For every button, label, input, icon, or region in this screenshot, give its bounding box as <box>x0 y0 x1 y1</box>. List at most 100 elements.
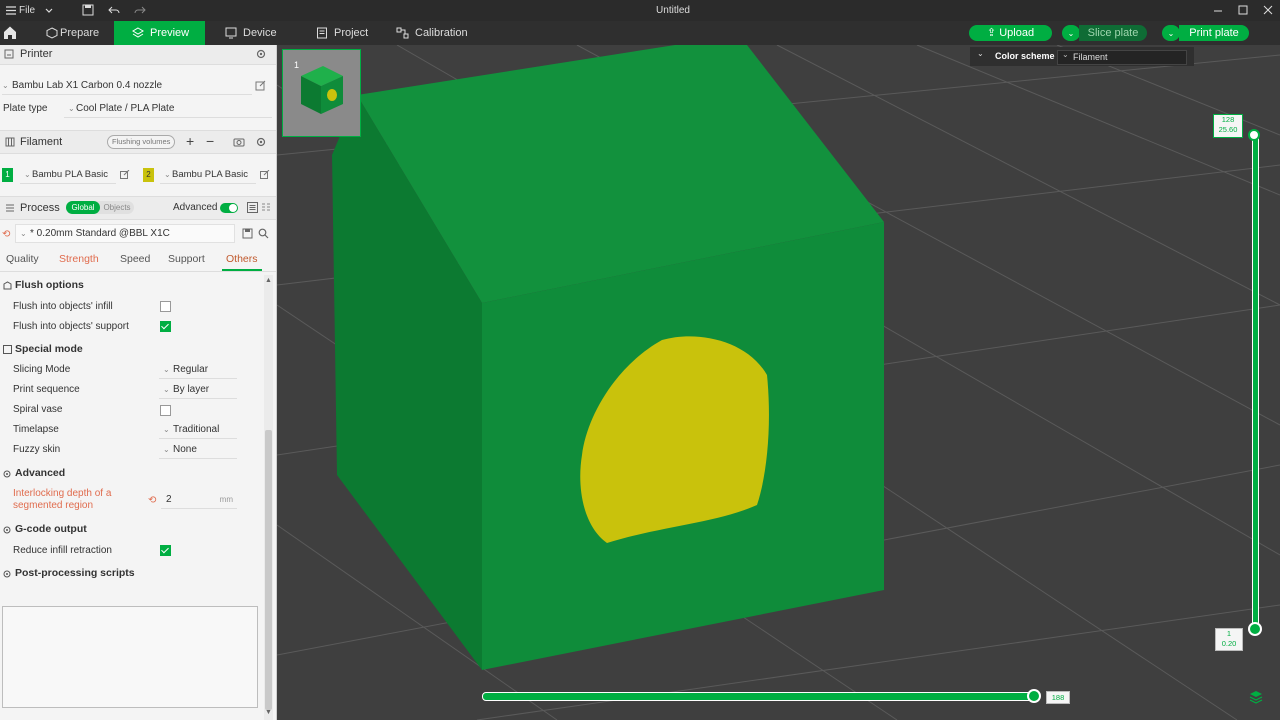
edit-icon[interactable] <box>260 169 270 183</box>
tab-device-label: Device <box>243 27 277 39</box>
project-icon <box>317 27 327 39</box>
interlock-depth-value: 2 <box>166 494 172 505</box>
search-icon[interactable] <box>258 228 269 242</box>
redo-icon[interactable] <box>134 3 146 18</box>
tab-device[interactable]: Device <box>222 21 292 45</box>
edit-icon[interactable] <box>120 169 130 183</box>
print-sequence-select[interactable]: ⌄ By layer <box>159 381 237 399</box>
tab-prepare[interactable]: Prepare <box>40 21 114 45</box>
reduce-retraction-checkbox[interactable] <box>160 545 171 556</box>
plate-type-select[interactable]: ⌄ Cool Plate / PLA Plate <box>64 100 272 118</box>
flush-support-label: Flush into objects' support <box>13 321 129 332</box>
filament-icon <box>5 137 15 150</box>
interlock-depth-input[interactable]: 2 mm <box>161 491 237 509</box>
color-scheme-value: Filament <box>1073 52 1108 62</box>
timelapse-select[interactable]: ⌄ Traditional <box>159 421 237 439</box>
close-icon[interactable] <box>1262 3 1274 18</box>
move-value-label: 188 <box>1046 691 1070 704</box>
remove-icon[interactable]: − <box>206 133 214 149</box>
filament-slot-2-select[interactable]: ⌄ Bambu PLA Basic <box>160 166 256 184</box>
tab-project[interactable]: Project <box>314 21 384 45</box>
gear-icon[interactable] <box>255 136 267 151</box>
flush-infill-checkbox[interactable] <box>160 301 171 312</box>
flushing-volumes-button[interactable]: Flushing volumes <box>107 135 176 149</box>
compare-icon[interactable] <box>261 202 271 216</box>
spiral-vase-checkbox[interactable] <box>160 405 171 416</box>
tab-quality[interactable]: Quality <box>6 253 39 265</box>
scroll-thumb[interactable] <box>265 430 272 710</box>
fuzzy-skin-select[interactable]: ⌄ None <box>159 441 237 459</box>
tab-speed[interactable]: Speed <box>120 253 150 265</box>
gear-icon[interactable] <box>255 48 267 63</box>
advanced-toggle-label: Advanced <box>173 202 218 213</box>
filament-slot-1-select[interactable]: ⌄ Bambu PLA Basic <box>20 166 116 184</box>
filament-slot-2-badge[interactable]: 2 <box>143 168 154 182</box>
save-preset-icon[interactable] <box>242 228 253 242</box>
chevron-down-icon[interactable] <box>44 3 54 18</box>
objects-option[interactable]: Objects <box>100 201 134 214</box>
flush-support-checkbox[interactable] <box>160 321 171 332</box>
tab-calibration[interactable]: Calibration <box>395 21 485 45</box>
tab-strength[interactable]: Strength <box>59 253 99 265</box>
sync-icon[interactable] <box>233 136 245 151</box>
undo-icon[interactable] <box>108 3 120 18</box>
layer-slider-top-handle[interactable] <box>1248 129 1260 141</box>
process-icon <box>5 203 15 216</box>
interlock-label-line2: segmented region <box>13 500 94 511</box>
print-plate-button[interactable]: Print plate <box>1179 25 1249 41</box>
chevron-down-icon: ⌄ <box>1062 50 1069 59</box>
move-slider-track[interactable] <box>482 692 1039 701</box>
filament-slot-1-name: Bambu PLA Basic <box>32 169 109 180</box>
global-option[interactable]: Global <box>66 201 100 214</box>
tab-others[interactable]: Others <box>226 253 258 265</box>
plate-thumbnail[interactable]: 1 <box>282 49 361 137</box>
title-bar: File Untitled <box>0 0 1280 21</box>
layer-bottom-label: 1 0.20 <box>1215 628 1243 651</box>
slice-dropdown-button[interactable]: ⌄ <box>1062 25 1080 41</box>
advanced-switch[interactable] <box>220 203 238 213</box>
layer-slider-track[interactable] <box>1252 135 1259 631</box>
global-objects-toggle[interactable]: Global Objects <box>66 201 134 214</box>
upload-button[interactable]: ⇪ Upload <box>969 25 1052 41</box>
tab-prepare-label: Prepare <box>60 27 100 39</box>
fuzzy-skin-value: None <box>173 444 197 455</box>
slicing-mode-select[interactable]: ⌄ Regular <box>159 361 237 379</box>
file-menu[interactable]: File <box>6 3 40 18</box>
main-toolbar: Prepare Preview Device Project Calibrati… <box>0 21 1280 45</box>
edit-icon[interactable] <box>255 80 266 94</box>
save-icon[interactable] <box>82 3 94 18</box>
reset-icon[interactable]: ⟲ <box>148 495 156 506</box>
filament-slot-1-badge[interactable]: 1 <box>2 168 13 182</box>
reset-icon[interactable]: ⟲ <box>2 229 10 240</box>
window-title: Untitled <box>656 5 690 16</box>
settings-scrollbar[interactable]: ▲ ▼ <box>264 275 273 720</box>
tab-support[interactable]: Support <box>168 253 205 265</box>
calibration-icon <box>396 27 409 39</box>
list-icon[interactable] <box>247 202 258 216</box>
process-preset-select[interactable]: ⌄ * 0.20mm Standard @BBL X1C <box>15 224 235 243</box>
home-icon[interactable] <box>3 25 17 43</box>
preview-viewport[interactable]: 1 ⌄ Color scheme ⌄ Filament 128 25.60 1 … <box>277 45 1280 720</box>
layers-icon <box>132 27 144 38</box>
color-scheme-select[interactable]: ⌄ Filament <box>1057 50 1187 65</box>
layers-icon[interactable] <box>1249 690 1263 707</box>
slice-plate-button[interactable]: Slice plate <box>1079 25 1147 41</box>
post-processing-textarea[interactable] <box>2 606 258 708</box>
chevron-down-icon: ⌄ <box>163 445 170 454</box>
timelapse-value: Traditional <box>173 424 220 435</box>
cube-icon <box>46 27 58 39</box>
tab-preview[interactable]: Preview <box>114 21 205 45</box>
print-dropdown-button[interactable]: ⌄ <box>1162 25 1180 41</box>
chevron-down-icon[interactable]: ⌄ <box>977 49 984 58</box>
print-sequence-value: By layer <box>173 384 210 395</box>
layer-slider-bottom-handle[interactable] <box>1248 622 1262 636</box>
minimize-icon[interactable] <box>1212 3 1224 18</box>
scroll-up-icon[interactable]: ▲ <box>265 277 272 284</box>
move-slider-handle[interactable] <box>1027 689 1041 703</box>
process-section-label: Process <box>20 202 60 214</box>
maximize-icon[interactable] <box>1237 3 1249 18</box>
add-icon[interactable]: + <box>186 133 194 149</box>
advanced-gear-icon <box>2 469 12 482</box>
scroll-down-icon[interactable]: ▼ <box>265 709 272 716</box>
printer-select[interactable]: ⌄ Bambu Lab X1 Carbon 0.4 nozzle <box>2 77 252 95</box>
